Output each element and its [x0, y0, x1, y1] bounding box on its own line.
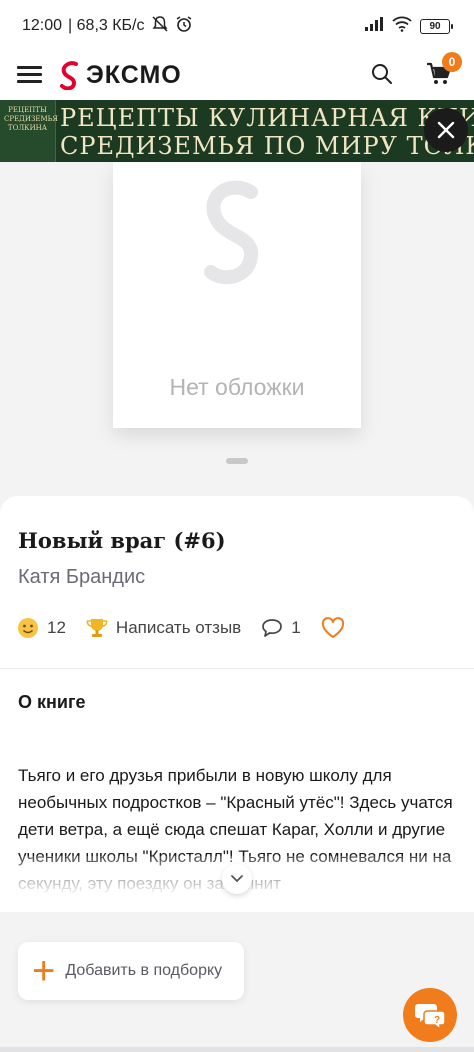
menu-icon-line [17, 73, 42, 76]
banner-title-line2: СРЕДИЗЕМЬЯ ПО МИРУ ТОЛКИНА [60, 132, 474, 160]
network-speed: | 68,3 КБ/с [68, 17, 145, 34]
trophy-icon [86, 617, 108, 639]
svg-text:?: ? [434, 1015, 440, 1026]
cover-carousel: Нет обложки [0, 162, 474, 500]
book-author-link[interactable]: Катя Брандис [18, 566, 145, 589]
logo-text: ЭКСМО [86, 60, 182, 89]
promo-banner[interactable]: РЕЦЕПТЫ СРЕДИЗЕМЬЯ ТОЛКИНА РЕЦЕПТЫ КУЛИН… [0, 100, 474, 162]
mute-icon [151, 15, 169, 38]
section-divider [0, 668, 474, 669]
comments-count: 1 [291, 618, 301, 637]
add-to-collection-label: Добавить в подборку [65, 962, 223, 979]
no-cover-text: Нет обложки [169, 374, 305, 400]
wifi-icon [392, 16, 412, 37]
write-review-link[interactable]: Написать отзыв [86, 617, 241, 639]
rating-count: 12 [47, 618, 66, 637]
banner-close-button[interactable] [424, 108, 468, 152]
cart-button[interactable]: 0 [426, 52, 462, 90]
book-cover-placeholder[interactable]: Нет обложки [113, 162, 361, 428]
close-icon [437, 121, 455, 139]
carousel-indicator [226, 458, 248, 464]
book-title: Новый враг (#6) [18, 528, 226, 553]
menu-icon-line [17, 80, 42, 83]
signal-icon [364, 16, 384, 37]
menu-button[interactable] [17, 62, 45, 90]
banner-title-line1: РЕЦЕПТЫ КУЛИНАРНАЯ КНИГА [60, 104, 474, 132]
write-review-label: Написать отзыв [115, 618, 242, 637]
app-header: ЭКСМО 0 [0, 52, 474, 100]
add-to-collection-button[interactable]: + Добавить в подборку [18, 942, 244, 1000]
search-icon [372, 64, 392, 84]
status-left: 12:00 | 68,3 КБ/с [22, 15, 193, 38]
alarm-icon [175, 15, 193, 38]
clock: 12:00 [22, 17, 63, 34]
comment-icon [261, 618, 283, 638]
about-heading: О книге [18, 692, 86, 712]
nav-gesture-bar [0, 1047, 474, 1052]
plus-icon: + [32, 949, 56, 993]
eksmo-logo[interactable]: ЭКСМО [60, 60, 182, 90]
banner-book-image: РЕЦЕПТЫ СРЕДИЗЕМЬЯ ТОЛКИНА [0, 100, 58, 162]
menu-icon-line [17, 66, 42, 69]
battery-indicator: 90 [420, 18, 453, 34]
heart-icon [321, 617, 345, 639]
chat-button[interactable]: ? [403, 988, 457, 1042]
comments-stat[interactable]: 1 [261, 618, 301, 638]
cover-logo-icon [201, 180, 273, 295]
search-button[interactable] [370, 62, 398, 90]
book-stats: 12 Написать отзыв 1 [17, 617, 373, 639]
favorite-button[interactable] [321, 617, 353, 639]
bottom-actions: + Добавить в подборку ? [0, 912, 474, 1052]
chat-icon: ? [415, 1004, 446, 1030]
cart-count-badge: 0 [442, 52, 462, 72]
logo-icon [60, 61, 78, 90]
smile-icon [17, 617, 39, 639]
status-bar: 12:00 | 68,3 КБ/с 90 [0, 0, 474, 52]
rating-stat[interactable]: 12 [17, 617, 66, 639]
chevron-down-icon [231, 875, 243, 883]
banner-book-text: РЕЦЕПТЫ СРЕДИЗЕМЬЯ ТОЛКИНА [4, 106, 58, 132]
book-info-card: Новый враг (#6) Катя Брандис 12 Написать… [0, 496, 474, 916]
status-right: 90 [364, 16, 453, 37]
expand-description-button[interactable] [222, 864, 252, 894]
